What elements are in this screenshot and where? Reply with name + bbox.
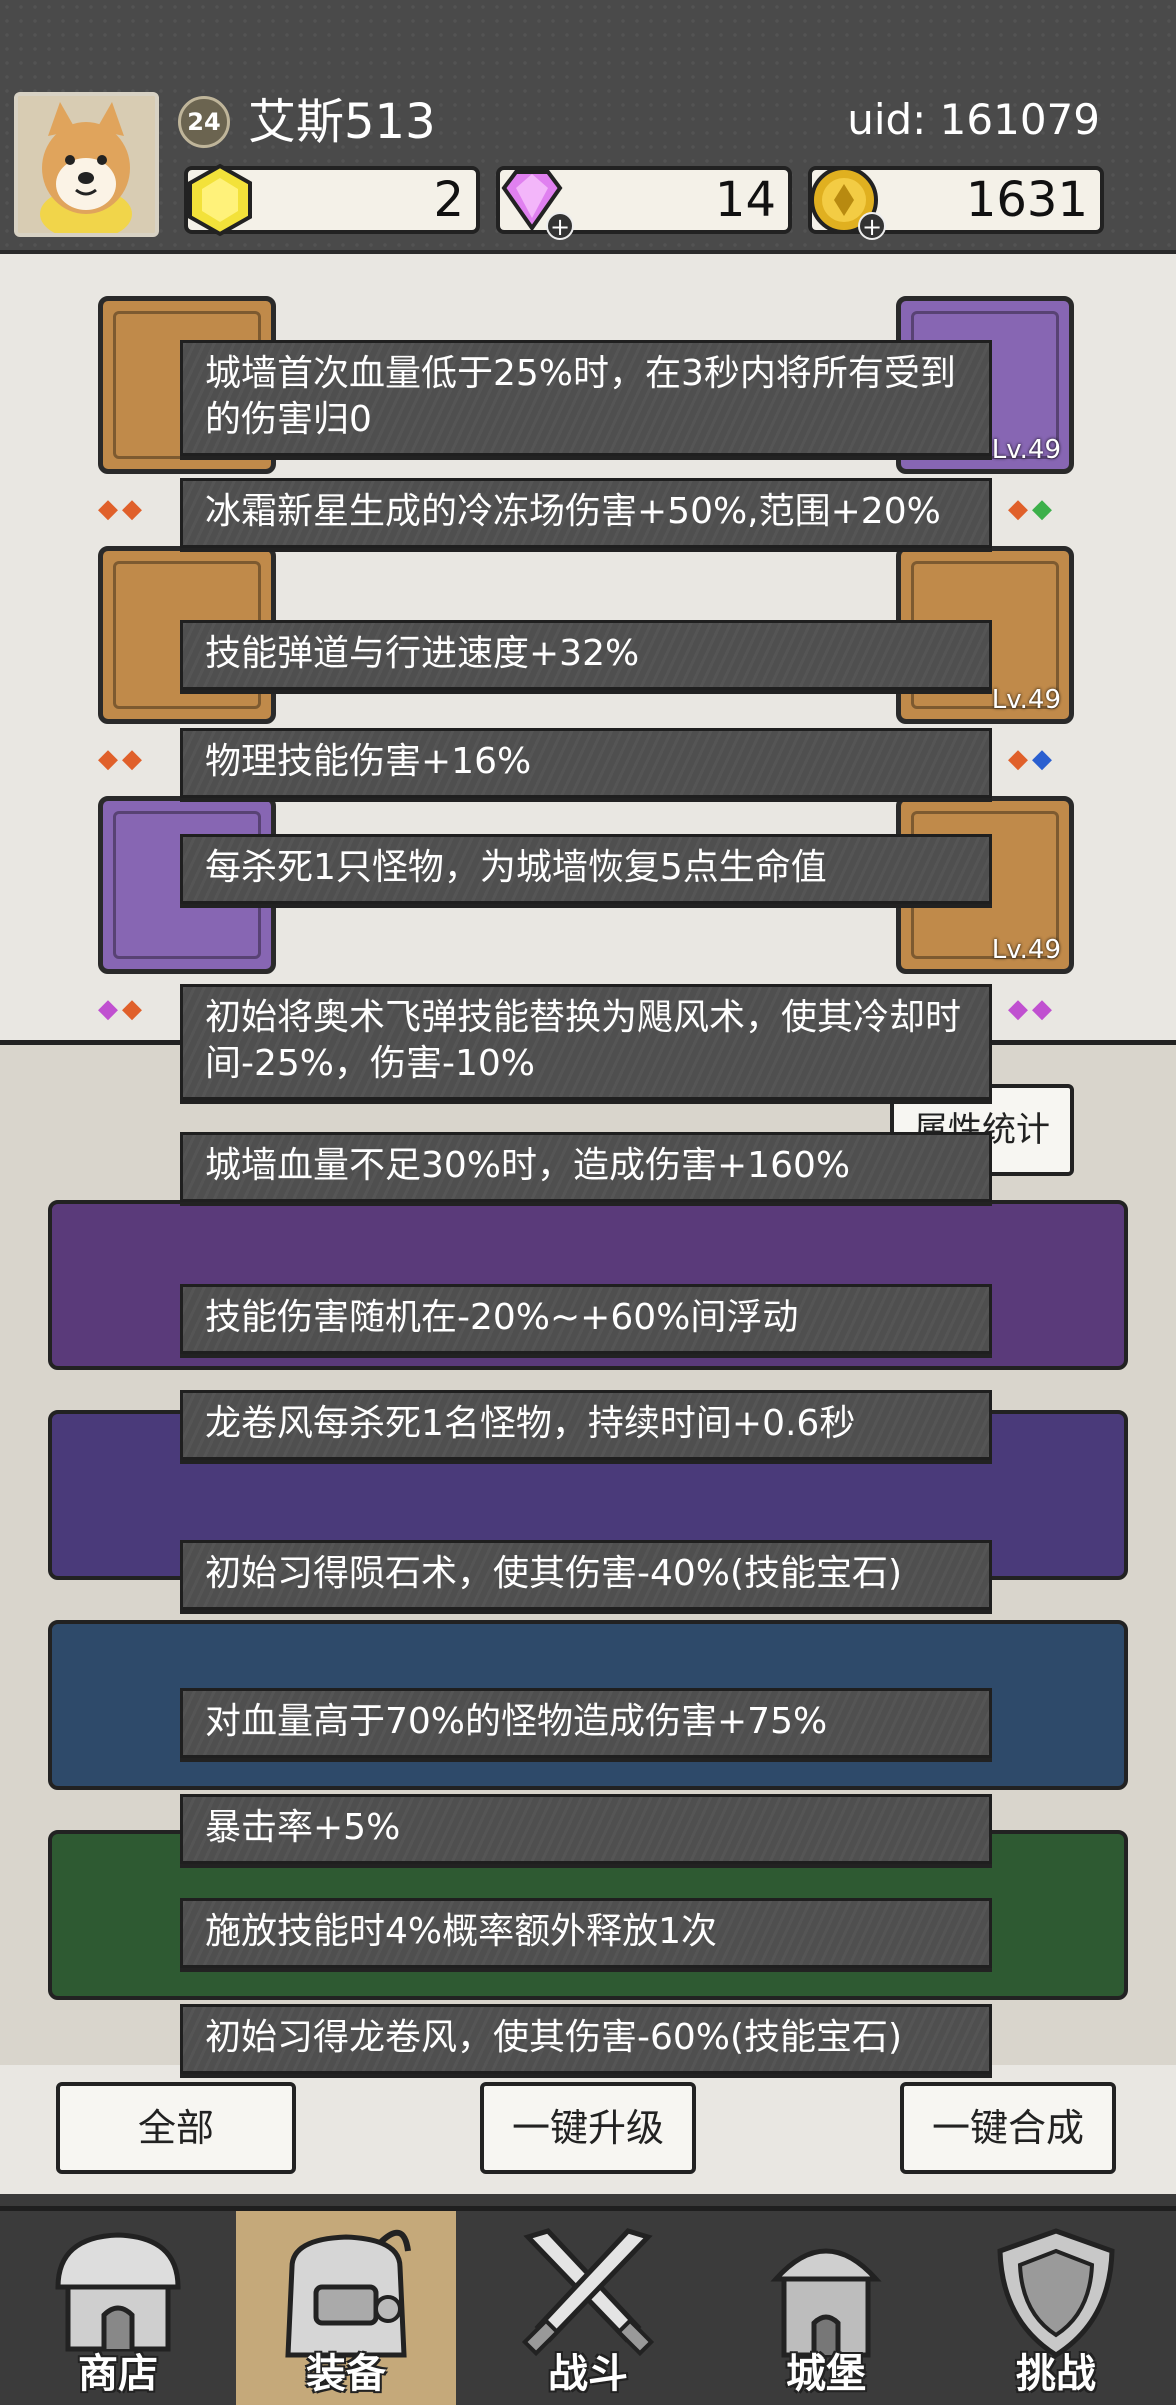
one-click-upgrade-button[interactable]: 一键升级 <box>480 2082 696 2174</box>
coin-value: 1631 <box>965 172 1088 228</box>
gold-gem-value: 2 <box>433 172 464 228</box>
shiba-dog-avatar-icon <box>18 96 155 233</box>
quality-diamonds: ◆◆ <box>1008 744 1056 774</box>
nav-tab-equipment[interactable]: 装备 <box>236 2211 456 2405</box>
nav-label: 城堡 <box>786 2351 866 2397</box>
add-diamond-button[interactable]: + <box>546 212 574 240</box>
nav-label: 战斗 <box>548 2351 628 2397</box>
gold-hexagon-icon <box>188 163 252 237</box>
nav-label: 商店 <box>78 2351 158 2397</box>
filter-all-button[interactable]: 全部 <box>56 2082 296 2174</box>
nav-tab-castle[interactable]: 城堡 <box>716 2211 936 2405</box>
nav-tab-shop[interactable]: 商店 <box>8 2211 228 2405</box>
gear-level: Lv.49 <box>991 935 1061 965</box>
skill-bonus-tooltip: 对血量高于70%的怪物造成伤害+75% <box>180 1688 992 1758</box>
skill-bonus-tooltip: 技能弹道与行进速度+32% <box>180 620 992 690</box>
quality-diamonds: ◆◆ <box>98 994 146 1024</box>
skill-bonus-tooltip: 城墙首次血量低于25%时，在3秒内将所有受到的伤害归0 <box>180 340 992 456</box>
player-avatar[interactable] <box>14 92 159 237</box>
nav-tab-battle[interactable]: 战斗 <box>478 2211 698 2405</box>
quality-diamonds: ◆◆ <box>1008 994 1056 1024</box>
gear-level: Lv.49 <box>991 685 1061 715</box>
player-uid: uid: 161079 <box>847 95 1100 144</box>
quality-diamonds: ◆◆ <box>1008 494 1056 524</box>
player-level-badge: 24 <box>178 96 230 148</box>
diamond-value: 14 <box>714 172 776 228</box>
player-header: 24 艾斯513 uid: 161079 2 + 14 + 1631 <box>0 0 1176 254</box>
nav-tab-challenge[interactable]: 挑战 <box>946 2211 1166 2405</box>
skill-bonus-tooltip: 每杀死1只怪物，为城墙恢复5点生命值 <box>180 834 992 904</box>
diamond-counter[interactable]: + 14 <box>496 166 792 240</box>
nav-label: 装备 <box>306 2351 386 2397</box>
skill-bonus-tooltip: 城墙血量不足30%时，造成伤害+160% <box>180 1132 992 1202</box>
skill-bonus-tooltip: 技能伤害随机在-20%~+60%间浮动 <box>180 1284 992 1354</box>
skill-bonus-tooltip: 暴击率+5% <box>180 1794 992 1864</box>
shop-house-icon <box>55 2232 181 2352</box>
gold-gem-counter[interactable]: 2 <box>184 163 480 237</box>
one-click-merge-button[interactable]: 一键合成 <box>900 2082 1116 2174</box>
add-coin-button[interactable]: + <box>858 212 886 240</box>
skill-bonus-tooltip: 初始习得龙卷风，使其伤害-60%(技能宝石) <box>180 2004 992 2074</box>
quality-diamonds: ◆◆ <box>98 744 146 774</box>
coin-counter[interactable]: + 1631 <box>808 166 1104 240</box>
skill-bonus-tooltip: 初始将奥术飞弹技能替换为飓风术，使其冷却时间-25%，伤害-10% <box>180 984 992 1100</box>
nav-label: 挑战 <box>1016 2351 1096 2397</box>
skill-bonus-tooltip: 初始习得陨石术，使其伤害-40%(技能宝石) <box>180 1540 992 1610</box>
quality-diamonds: ◆◆ <box>98 494 146 524</box>
bottom-navigation: 商店 装备 战斗 城堡 挑战 <box>0 2206 1176 2405</box>
skill-bonus-tooltip: 龙卷风每杀死1名怪物，持续时间+0.6秒 <box>180 1390 992 1460</box>
skill-bonus-tooltip: 冰霜新星生成的冷冻场伤害+50%,范围+20% <box>180 478 992 548</box>
gear-level: Lv.49 <box>991 435 1061 465</box>
player-name: 艾斯513 <box>248 94 436 150</box>
skill-bonus-tooltip: 施放技能时4%概率额外释放1次 <box>180 1898 992 1968</box>
skill-bonus-tooltip: 物理技能伤害+16% <box>180 728 992 798</box>
